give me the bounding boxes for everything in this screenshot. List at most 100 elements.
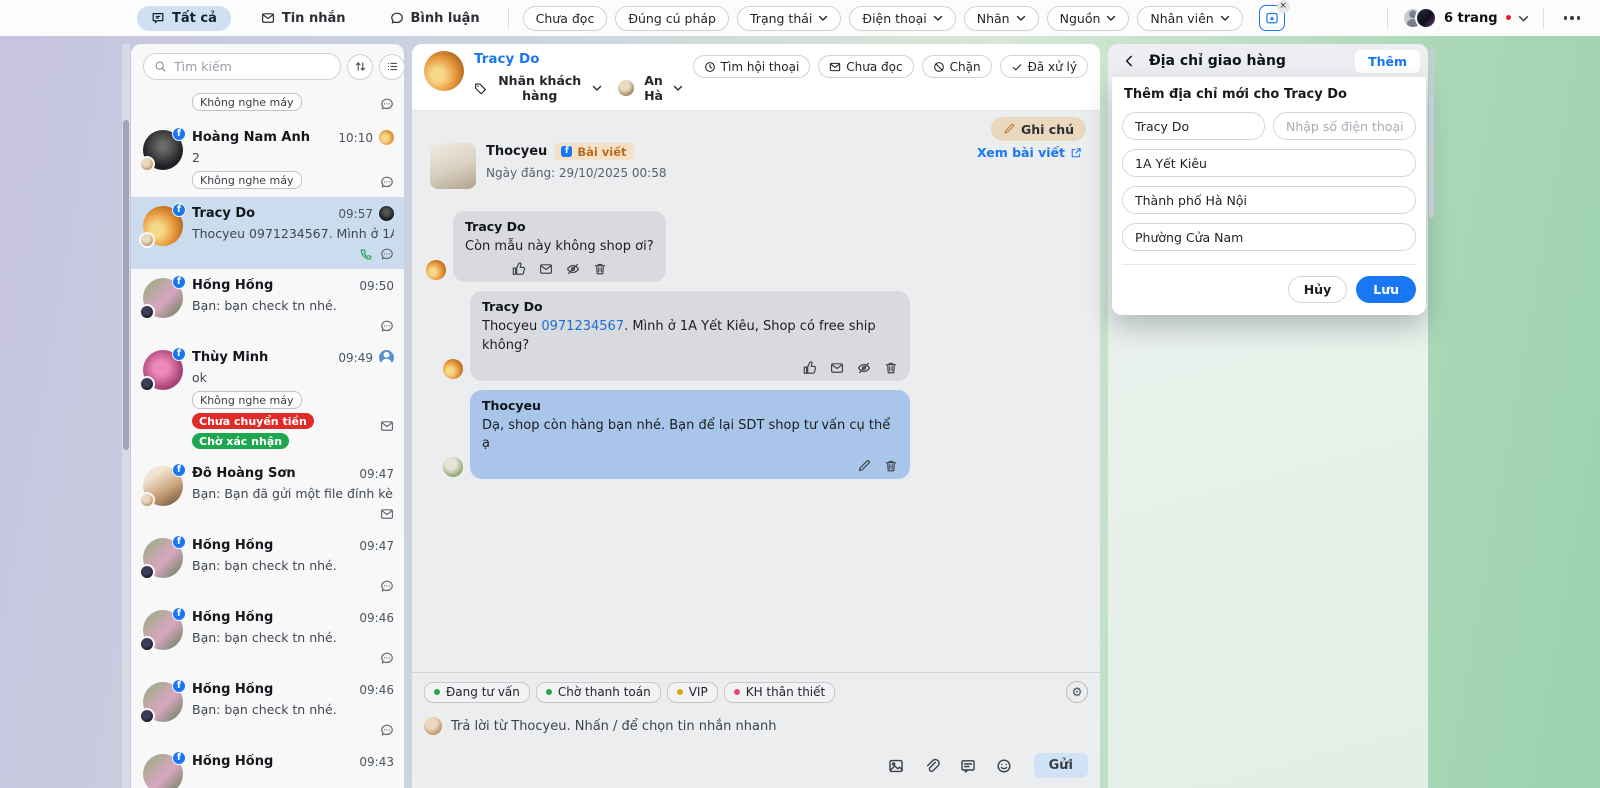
conversation-item[interactable]: Hồng Hồng 09:50 Bạn: bạn check tn nhé. (131, 269, 404, 341)
conversation-item[interactable]: Đỗ Hoàng Sơn 09:47 Bạn: Bạn đã gửi một f… (131, 457, 404, 529)
status-tag[interactable]: Chờ thanh toán (535, 681, 661, 703)
conversation-item[interactable]: Không nghe máy (131, 85, 404, 121)
date-filter-button[interactable] (1258, 0, 1290, 31)
assignee-avatar (379, 350, 394, 365)
more-menu-button[interactable] (1558, 10, 1587, 26)
conversation-item[interactable]: Thùy Minh 09:49 ok Không nghe máy Chưa c… (131, 341, 404, 457)
conversation-item[interactable]: Hồng Hồng 09:47 Bạn: bạn check tn nhé. (131, 529, 404, 601)
message-bubble[interactable]: Tracy Do Còn mẫu này không shop ơi? (453, 211, 666, 282)
view-post-link[interactable]: Xem bài viết (977, 143, 1082, 160)
city-field[interactable] (1122, 186, 1416, 214)
cancel-button[interactable]: Hủy (1287, 276, 1348, 303)
search-box[interactable] (143, 53, 341, 80)
comment-channel-icon (380, 97, 394, 111)
messenger-channel-icon (380, 507, 394, 521)
send-button[interactable]: Gửi (1033, 753, 1088, 778)
delete-icon[interactable] (884, 459, 898, 473)
save-button[interactable]: Lưu (1356, 276, 1416, 303)
composer-placeholder[interactable]: Trả lời từ Thocyeu. Nhấn / để chọn tin n… (451, 719, 776, 734)
avatar (1414, 7, 1437, 29)
mark-unread-button[interactable]: Chưa đọc (818, 55, 914, 78)
phone-number-link[interactable]: 0971234567 (541, 319, 624, 334)
filter-status[interactable]: Trạng thái (737, 5, 842, 31)
image-attach-button[interactable] (888, 758, 904, 774)
clear-filter-badge[interactable] (1276, 0, 1290, 13)
message-bubble[interactable]: Thocyeu Dạ, shop còn hàng bạn nhé. Bạn đ… (470, 389, 910, 480)
street-field[interactable] (1122, 149, 1416, 177)
conversation-tag: Không nghe máy (192, 171, 302, 189)
list-filter-button[interactable] (379, 53, 404, 80)
topbar: Tất cả Tin nhắn Bình luận Chưa đọc Đúng … (0, 0, 1600, 36)
tab-messages[interactable]: Tin nhắn (247, 6, 360, 31)
like-icon[interactable] (803, 360, 817, 375)
filter-source[interactable]: Nguồn (1046, 5, 1130, 31)
page-avatar (139, 376, 155, 392)
page-account-switcher[interactable]: 6 trang (1401, 7, 1529, 29)
sidebar-scrollbar-thumb[interactable] (123, 120, 129, 450)
status-tag[interactable]: VIP (666, 681, 718, 703)
conversation-sidebar: Không nghe máy Hoàng Nam Anh 10:10 2 (131, 44, 404, 788)
tab-all[interactable]: Tất cả (137, 5, 231, 31)
conversation-time: 09:46 (359, 682, 394, 697)
note-button[interactable]: Ghi chú (990, 117, 1086, 141)
filter-syntax[interactable]: Đúng cú pháp (615, 5, 729, 31)
add-address-button[interactable]: Thêm (1355, 49, 1420, 73)
quick-reply-button[interactable] (960, 758, 976, 774)
filter-phone[interactable]: Điện thoại (849, 5, 956, 31)
add-address-form: Thêm địa chỉ mới cho Tracy Do Hủy Lưu (1112, 77, 1426, 315)
block-button[interactable]: Chặn (921, 55, 992, 78)
emoji-button[interactable] (996, 758, 1012, 774)
panel-scrollbar-thumb[interactable] (1429, 48, 1434, 218)
phone-field[interactable] (1273, 112, 1416, 140)
assignee-dropdown[interactable]: An Hà (618, 73, 682, 103)
customer-label-dropdown[interactable]: Nhãn khách hàng (474, 73, 602, 103)
conversation-name: Hồng Hồng (192, 682, 274, 697)
like-icon[interactable] (512, 262, 526, 276)
conversation-item-selected[interactable]: Tracy Do 09:57 Thocyeu 0971234567. Mình … (131, 197, 404, 269)
delete-icon[interactable] (884, 361, 898, 375)
divider (507, 8, 509, 28)
tag-dot (733, 689, 740, 695)
composer[interactable]: Trả lời từ Thocyeu. Nhấn / để chọn tin n… (424, 717, 1088, 778)
page-avatar (139, 564, 155, 580)
customer-avatar (424, 51, 464, 91)
message: Tracy Do Thocyeu 0971234567. Mình ở 1A Y… (443, 290, 1086, 381)
conversation-preview: Bạn: Bạn đã gửi một file đính kèm. (192, 486, 394, 501)
conversation-item[interactable]: Hồng Hồng 09:46 Bạn: bạn check tn nhé. (131, 673, 404, 745)
sort-button[interactable] (347, 53, 373, 80)
hide-comment-icon[interactable] (566, 262, 580, 276)
ward-field[interactable] (1122, 223, 1416, 251)
tab-comments[interactable]: Bình luận (376, 6, 494, 31)
search-input[interactable] (174, 59, 330, 74)
customer-name-link[interactable]: Tracy Do (474, 51, 683, 67)
filter-label[interactable]: Nhãn (963, 5, 1039, 31)
find-conversation-button[interactable]: Tìm hội thoại (692, 55, 811, 78)
file-attach-button[interactable] (924, 758, 940, 774)
send-private-message-icon[interactable] (830, 361, 844, 375)
message-bubble[interactable]: Tracy Do Thocyeu 0971234567. Mình ở 1A Y… (470, 290, 910, 381)
recipient-name-field[interactable] (1122, 112, 1265, 140)
mark-done-button[interactable]: Đã xử lý (999, 55, 1088, 78)
filter-unread[interactable]: Chưa đọc (522, 5, 608, 31)
conversation-preview: Bạn: bạn check tn nhé. (192, 558, 337, 573)
delete-icon[interactable] (593, 262, 607, 276)
conversation-item[interactable]: Hồng Hồng 09:46 Bạn: bạn check tn nhé. (131, 601, 404, 673)
post-type-badge: Bài viết (554, 143, 634, 160)
filter-staff[interactable]: Nhân viên (1137, 5, 1243, 31)
gear-icon[interactable] (1066, 681, 1088, 703)
post-page-name: Thocyeu (486, 144, 548, 159)
divider (1386, 8, 1388, 28)
status-tag[interactable]: KH thân thiết (723, 681, 836, 703)
hide-comment-icon[interactable] (857, 361, 871, 375)
conversation-item[interactable]: Hồng Hồng 09:43 (131, 745, 404, 788)
quick-reply-icon (960, 758, 976, 774)
assignee-avatar (618, 80, 635, 96)
divider (1542, 8, 1544, 28)
edit-icon[interactable] (857, 459, 871, 473)
conversation-item[interactable]: Hoàng Nam Anh 10:10 2 Không nghe máy (131, 121, 404, 197)
image-icon (888, 758, 904, 774)
send-private-message-icon[interactable] (539, 262, 553, 276)
phone-icon (359, 248, 372, 261)
back-icon[interactable] (1120, 52, 1138, 70)
status-tag[interactable]: Đang tư vấn (424, 681, 530, 703)
